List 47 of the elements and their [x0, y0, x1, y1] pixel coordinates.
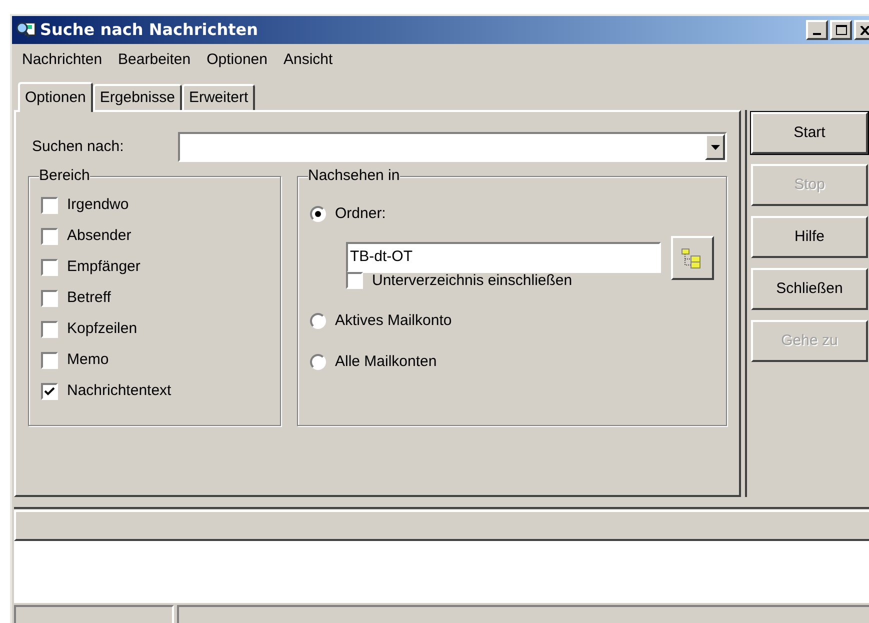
checkbox[interactable] [41, 196, 58, 214]
folder-tree-icon [681, 246, 704, 268]
folder-field[interactable]: TB-dt-OT [346, 242, 661, 273]
menu-item[interactable]: Ansicht [284, 48, 333, 72]
radio-label: Alle Mailkonten [335, 352, 437, 372]
dropdown-button[interactable] [705, 134, 725, 160]
checkbox-label: Empfänger [67, 256, 140, 277]
checkbox-label: Irgendwo [67, 194, 129, 215]
tab[interactable]: Ergebnisse [92, 84, 182, 110]
radio-label: Ordner: [335, 204, 386, 224]
search-icon [16, 21, 36, 39]
field-label: Suchen nach: [31, 136, 125, 157]
dialog-button[interactable]: Start [751, 112, 868, 154]
maximize-button[interactable] [830, 20, 852, 40]
checkbox-label: Unterverzeichnis einschließen [372, 270, 572, 290]
checkbox[interactable] [41, 228, 58, 244]
checkbox-label: Kopfzeilen [67, 318, 138, 339]
window-title: Suche nach Nachrichten [40, 19, 258, 41]
folder-browse-button[interactable] [670, 236, 714, 280]
checkbox[interactable] [41, 382, 58, 400]
dialog-button[interactable]: Hilfe [751, 216, 868, 258]
search-combobox[interactable] [178, 132, 727, 162]
menu-item[interactable]: Optionen [206, 48, 268, 72]
caret-icon [710, 144, 720, 150]
radio-button[interactable] [310, 313, 326, 330]
radio-button[interactable] [310, 354, 326, 370]
checkbox[interactable] [41, 290, 58, 306]
tab[interactable]: Erweitert [182, 84, 256, 110]
checkbox[interactable] [41, 352, 58, 368]
dialog-button[interactable]: Schließen [751, 268, 868, 310]
checkbox[interactable] [41, 258, 58, 276]
checkbox-label: Memo [67, 350, 109, 370]
checkbox-label: Betreff [67, 288, 111, 308]
minimize-icon [813, 33, 821, 35]
radio-button[interactable] [310, 206, 326, 222]
tab[interactable]: Optionen [18, 82, 93, 112]
checkbox[interactable] [346, 272, 363, 290]
checkmark-icon [44, 386, 55, 396]
menu-item[interactable]: Nachrichten [22, 48, 102, 72]
minimize-button[interactable] [806, 20, 828, 40]
close-icon [860, 26, 869, 34]
checkbox[interactable] [41, 320, 58, 338]
radio-label: Aktives Mailkonto [335, 311, 452, 331]
maximize-icon [836, 25, 846, 35]
checkbox-label: Absender [67, 226, 132, 246]
checkbox-label: Nachrichtentext [67, 380, 172, 401]
menu-item[interactable]: Bearbeiten [118, 48, 191, 72]
